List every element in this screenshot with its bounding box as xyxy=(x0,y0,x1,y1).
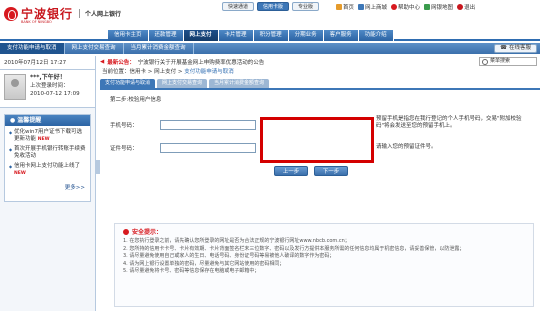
content-tabs: 支付功能申请与取消 网上支付交易查询 当月累计消费金额查询 xyxy=(100,79,540,90)
news-bar: ◀ 最新公告： 宁波银行关于开展基金网上申购费率优惠活动的公告 xyxy=(100,56,540,67)
id-hint: 请输入您的预留证件号。 xyxy=(376,144,437,150)
notice-title: 温馨提醒 xyxy=(17,117,42,124)
home-icon xyxy=(336,4,342,10)
chat-icon: ☎ xyxy=(500,45,507,51)
notice-item[interactable]: 首次开展手机银行转账手续费免收活动 xyxy=(9,146,86,160)
id-input[interactable] xyxy=(160,143,256,153)
last-login-time: 2010-07-12 17:09 xyxy=(30,91,80,97)
next-button[interactable]: 下一步 xyxy=(314,166,348,176)
safety-title: 安全提示： xyxy=(132,229,163,236)
map-icon xyxy=(424,4,431,10)
subnav-apply-cancel[interactable]: 支付功能申请与取消 xyxy=(0,43,65,54)
home-link[interactable]: 首页 xyxy=(336,3,354,11)
breadcrumb: 当前位置：信用卡 > 网上支付 > 支付功能申请与取消 xyxy=(100,67,540,77)
quick-tab-pro[interactable]: 专业版 xyxy=(292,2,320,11)
mall-label: 网上商城 xyxy=(365,5,388,11)
product-name: 个人网上银行 xyxy=(79,9,121,18)
notice-item[interactable]: 优化win7用户证书下载可选更新功能 NEW xyxy=(9,129,86,143)
greeting: ***,下午好！ xyxy=(30,74,66,81)
notice-header: ● 温馨提醒 xyxy=(5,115,90,126)
breadcrumb-current: 支付功能申请与取消 xyxy=(184,69,234,75)
main-nav: 信用卡主页 还款管理 网上支付 卡片管理 积分管理 分期业务 客户服务 功能介绍 xyxy=(0,30,540,41)
new-badge: NEW xyxy=(37,137,50,142)
phone-input[interactable] xyxy=(160,120,256,130)
notice-item[interactable]: 信用卡网上支付功能上线了 NEW xyxy=(9,163,86,177)
top-links: 首页 网上商城 帮助中心 网银地图 退出 xyxy=(336,3,475,11)
nav-credit-home[interactable]: 信用卡主页 xyxy=(108,30,149,41)
tab-monthly-query[interactable]: 当月累计消费金额查询 xyxy=(209,79,270,88)
quick-tab-credit[interactable]: 信用卡版 xyxy=(257,2,290,11)
nav-service[interactable]: 客户服务 xyxy=(323,30,359,41)
sidebar: 2010年07月12日 17:27 ***,下午好！ 上次登录时间： 2010-… xyxy=(0,56,96,311)
last-login-label: 上次登录时间： xyxy=(30,83,69,89)
bank-logo[interactable]: 宁波银行 BANK OF NINGBO 个人网上银行 xyxy=(4,5,121,24)
online-service-button[interactable]: ☎ 在线客服 xyxy=(494,44,537,53)
nav-card-mgmt[interactable]: 卡片管理 xyxy=(218,30,254,41)
brand-name-en: BANK OF NINGBO xyxy=(21,20,52,24)
logout-icon xyxy=(457,4,464,10)
user-panel: ***,下午好！ 上次登录时间： 2010-07-12 17:09 xyxy=(0,70,95,108)
safety-item: 1. 在您执行登录之前，请先确认您所登录的网址是否为合法正规的宁波银行网址www… xyxy=(123,238,350,244)
menu-search-placeholder: 菜单搜索 xyxy=(490,58,511,64)
breadcrumb-prefix: 当前位置： xyxy=(102,69,130,75)
prev-button[interactable]: 上一步 xyxy=(274,166,308,176)
notice-item-label: 信用卡网上支付功能上线了 xyxy=(14,163,81,169)
tab-apply-cancel[interactable]: 支付功能申请与取消 xyxy=(100,79,156,88)
safety-item: 3. 请尽量避免使用自己或家人的生日、电话号码、身份证号码等易被他人破译的数字作… xyxy=(123,253,335,259)
mall-link[interactable]: 网上商城 xyxy=(358,3,387,11)
online-service-label: 在线客服 xyxy=(508,45,531,51)
step-title: 第二步:校验用户信息 xyxy=(110,97,162,103)
cart-icon xyxy=(358,4,365,10)
sub-nav: 支付功能申请与取消 网上支付交易查询 当月累计消费金额查询 xyxy=(0,43,540,54)
phone-row: 手机号码： xyxy=(110,120,256,130)
home-label: 首页 xyxy=(343,5,355,11)
subnav-monthly-query[interactable]: 当月累计消费金额查询 xyxy=(124,43,194,54)
phone-hint: 预留手机是指您在我行登记的个人手机号码，交易"附加校验码"将会发送至您的预留手机… xyxy=(376,116,522,129)
menu-search[interactable]: 菜单搜索 xyxy=(479,57,537,66)
notice-item-label: 首次开展手机银行转账手续费免收活动 xyxy=(14,146,86,159)
help-label: 帮助中心 xyxy=(398,5,421,11)
safety-item: 2. 您所持的信用卡卡号、卡片有效期、卡片背面签名栏末三位数字、密码以及发行方提… xyxy=(123,245,465,252)
subnav-trade-query[interactable]: 网上支付交易查询 xyxy=(65,43,124,54)
verify-form: 手机号码： 证件号码： 预留手机是指您在我行登记的个人手机号码，交易"附加校验码… xyxy=(100,106,540,176)
nav-points[interactable]: 积分管理 xyxy=(253,30,289,41)
news-text[interactable]: 宁波银行关于开展基金网上申购费率优惠活动的公告 xyxy=(138,58,265,66)
new-badge: NEW xyxy=(14,171,26,176)
quick-tab-fast[interactable]: 快速通道 xyxy=(222,2,255,11)
tab-trade-query[interactable]: 网上支付交易查询 xyxy=(157,79,208,88)
map-label: 网银地图 xyxy=(431,5,454,11)
highlight-box xyxy=(260,117,374,163)
header: 宁波银行 BANK OF NINGBO 个人网上银行 快速通道 信用卡版 专业版… xyxy=(0,0,540,30)
nav-features[interactable]: 功能介绍 xyxy=(358,30,394,41)
help-link[interactable]: 帮助中心 xyxy=(391,3,420,11)
phone-label: 手机号码： xyxy=(110,123,138,129)
logo-icon xyxy=(4,6,18,21)
main-content: ◀ 最新公告： 宁波银行关于开展基金网上申购费率优惠活动的公告 菜单搜索 当前位… xyxy=(100,56,540,311)
breadcrumb-path: 信用卡 > 网上支付 > xyxy=(129,69,185,75)
nav-repayment[interactable]: 还款管理 xyxy=(148,30,184,41)
avatar xyxy=(4,74,26,100)
quick-tabs: 快速通道 信用卡版 专业版 xyxy=(222,2,320,11)
id-row: 证件号码： xyxy=(110,143,256,153)
id-label: 证件号码： xyxy=(110,146,138,152)
notice-icon: ● xyxy=(10,117,16,124)
logout-link[interactable]: 退出 xyxy=(457,3,475,11)
more-link[interactable]: 更多>> xyxy=(5,183,90,191)
current-date: 2010年07月12日 17:27 xyxy=(0,56,95,70)
map-link[interactable]: 网银地图 xyxy=(424,3,453,11)
form-buttons: 上一步 下一步 xyxy=(274,166,348,176)
warning-icon xyxy=(123,228,129,235)
safety-item: 5. 请尽量避免将卡号、密码等信息保存在电脑或电子邮箱中； xyxy=(123,268,260,274)
safety-item: 4. 请为网上银行设置单独的密码，尽量避免与其它网站使用的密码相同； xyxy=(123,260,285,267)
nav-installment[interactable]: 分期业务 xyxy=(288,30,324,41)
help-icon xyxy=(391,4,398,10)
speaker-icon: ◀ xyxy=(100,58,105,65)
logout-label: 退出 xyxy=(464,5,476,11)
safety-tips: 安全提示： 1. 在您执行登录之前，请先确认您所登录的网址是否为合法正规的宁波银… xyxy=(114,223,534,307)
news-label: 最新公告： xyxy=(107,59,135,66)
nav-online-pay[interactable]: 网上支付 xyxy=(183,30,219,41)
notice-panel: ●温馨提醒 优化win7用户证书下载可选更新功能 NEW 首次开展手机银行转账手… xyxy=(4,114,91,202)
